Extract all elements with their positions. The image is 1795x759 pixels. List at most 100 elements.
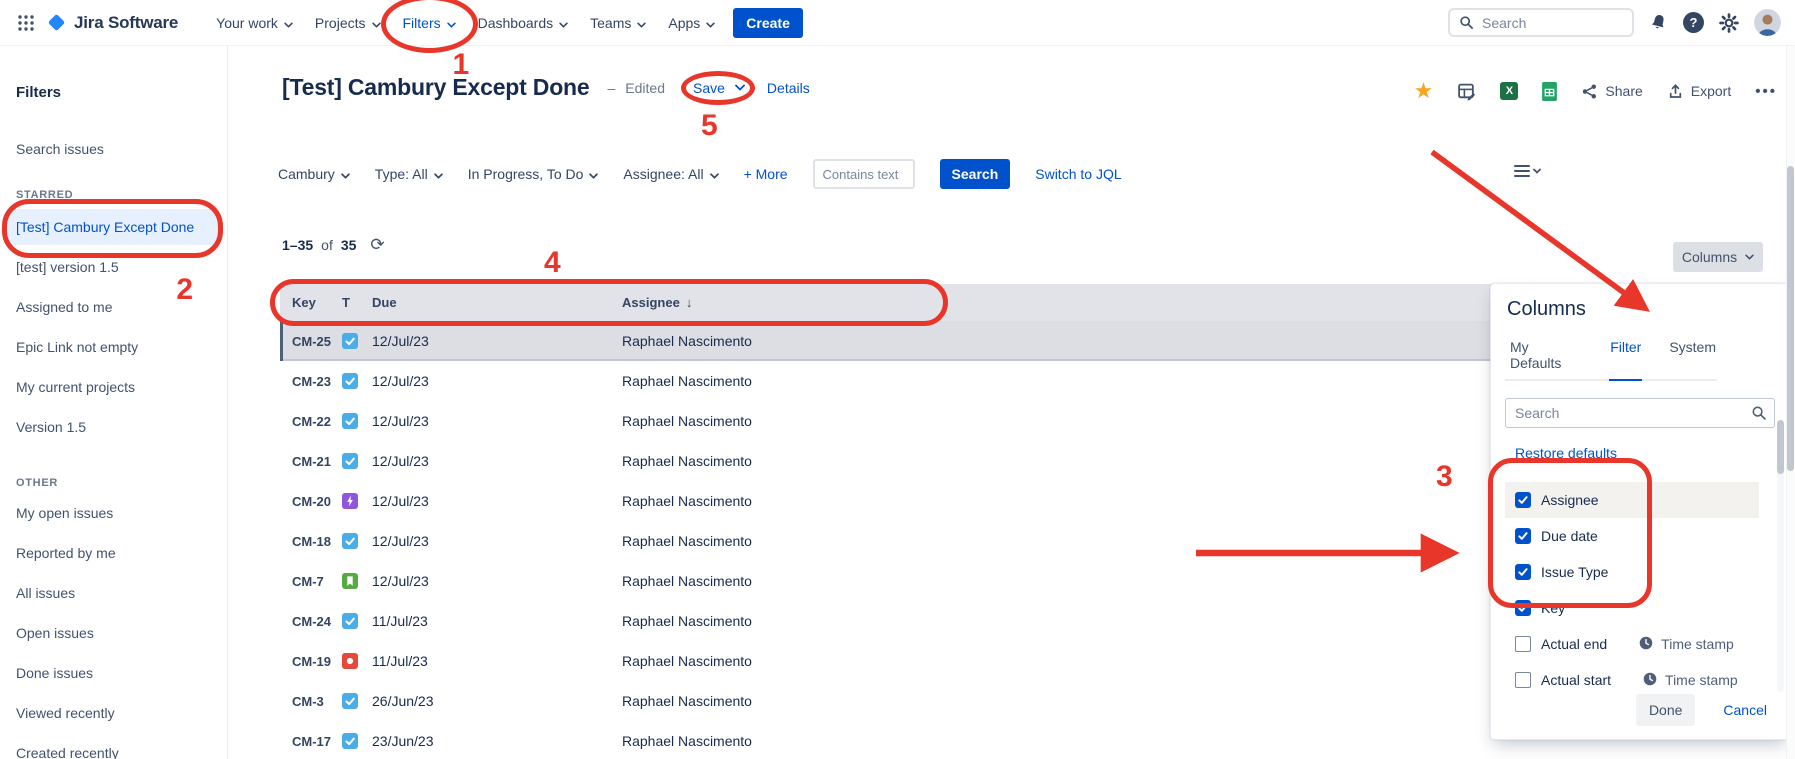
more-actions-icon[interactable]: ••• xyxy=(1755,83,1777,100)
export-button[interactable]: Export xyxy=(1667,83,1731,100)
columns-button[interactable]: Columns xyxy=(1673,242,1763,272)
done-button[interactable]: Done xyxy=(1636,694,1695,726)
settings-gear-icon[interactable] xyxy=(1719,13,1739,33)
column-option-key[interactable]: Key xyxy=(1505,590,1759,626)
export-icon xyxy=(1667,83,1684,100)
contains-text-input[interactable] xyxy=(813,159,915,189)
page-scrollbar-thumb[interactable] xyxy=(1787,166,1794,471)
filter-chip-cambury[interactable]: Cambury xyxy=(278,166,350,182)
column-option-due-date[interactable]: Due date xyxy=(1505,518,1759,554)
user-avatar[interactable] xyxy=(1754,9,1781,36)
sidebar-item-done-issues[interactable]: Done issues xyxy=(8,653,219,693)
page-header: [Test] Cambury Except Done – Edited Save… xyxy=(282,74,810,101)
columns-search-input[interactable] xyxy=(1505,398,1775,428)
google-sheets-icon[interactable] xyxy=(1542,82,1557,101)
page-scrollbar[interactable] xyxy=(1786,46,1795,759)
panel-scrollbar[interactable] xyxy=(1777,420,1784,692)
nav-item-filters[interactable]: Filters1 xyxy=(395,6,464,40)
jira-logo[interactable]: Jira Software xyxy=(46,12,178,33)
more-filters-button[interactable]: + More xyxy=(744,166,788,182)
filter-chip-in-progress-to-do[interactable]: In Progress, To Do xyxy=(468,166,599,182)
column-option-actual-end[interactable]: Actual endTime stamp xyxy=(1505,626,1759,662)
sidebar-item-all-issues[interactable]: All issues xyxy=(8,573,219,613)
chevron-down-icon xyxy=(559,22,568,28)
spreadsheet-edit-icon[interactable] xyxy=(1457,82,1476,101)
create-button[interactable]: Create xyxy=(733,8,803,38)
global-search[interactable] xyxy=(1448,8,1634,37)
sidebar-item-my-open-issues[interactable]: My open issues xyxy=(8,493,219,533)
issue-due-date: 12/Jul/23 xyxy=(372,533,622,549)
app-switcher-icon[interactable] xyxy=(14,11,38,35)
nav-item-teams[interactable]: Teams xyxy=(582,6,654,40)
save-chevron-down-icon[interactable] xyxy=(735,84,745,91)
filter-search-button[interactable]: Search xyxy=(940,159,1011,189)
sidebar-item-viewed-recently[interactable]: Viewed recently xyxy=(8,693,219,733)
chevron-down-icon xyxy=(710,173,719,179)
sort-descending-icon: ↓ xyxy=(686,295,693,310)
sidebar-item-my-current-projects[interactable]: My current projects xyxy=(8,367,219,407)
sidebar-item-test-version-1-5[interactable]: [test] version 1.5 xyxy=(8,247,219,287)
column-option-assignee[interactable]: Assignee xyxy=(1505,482,1759,518)
filter-chip-assignee-all[interactable]: Assignee: All xyxy=(623,166,718,182)
nav-item-projects[interactable]: Projects xyxy=(307,6,389,40)
sidebar-item-assigned-to-me[interactable]: Assigned to me xyxy=(8,287,219,327)
checkbox-unchecked[interactable] xyxy=(1515,672,1531,688)
checkbox-checked[interactable] xyxy=(1515,492,1531,508)
sidebar-item-open-issues[interactable]: Open issues xyxy=(8,613,219,653)
column-header-label: Key xyxy=(292,295,316,310)
nav-item-your-work[interactable]: Your work xyxy=(208,6,301,40)
sidebar-item-created-recently[interactable]: Created recently xyxy=(8,733,219,759)
column-header-due[interactable]: Due xyxy=(372,295,622,310)
check-icon xyxy=(1517,602,1529,614)
share-button[interactable]: Share xyxy=(1581,83,1642,100)
column-option-issue-type[interactable]: Issue Type xyxy=(1505,554,1759,590)
tab-system[interactable]: System xyxy=(1668,334,1717,379)
issue-type-cell xyxy=(342,693,372,709)
tab-my-defaults[interactable]: My Defaults xyxy=(1509,334,1583,379)
issue-type-task-icon xyxy=(342,413,358,429)
issue-type-cell xyxy=(342,653,372,669)
star-icon[interactable]: ★ xyxy=(1414,80,1434,102)
panel-scrollbar-thumb[interactable] xyxy=(1777,420,1784,474)
refresh-icon[interactable]: ⟳ xyxy=(370,236,384,253)
sidebar-section-starred: STARRED xyxy=(0,185,227,205)
sidebar-item-search-issues[interactable]: Search issues xyxy=(8,129,219,169)
filter-chip-type-all[interactable]: Type: All xyxy=(375,166,443,182)
nav-item-dashboards[interactable]: Dashboards xyxy=(470,6,577,40)
global-search-input[interactable] xyxy=(1482,15,1612,31)
excel-icon[interactable]: X xyxy=(1500,82,1518,100)
column-option-label: Due date xyxy=(1541,528,1598,544)
issue-due-date: 12/Jul/23 xyxy=(372,453,622,469)
sidebar-item-label: Open issues xyxy=(16,625,94,641)
column-header-t[interactable]: T xyxy=(342,295,372,310)
switch-to-jql-link[interactable]: Switch to JQL xyxy=(1035,166,1121,182)
notifications-bell-icon[interactable] xyxy=(1649,13,1668,32)
view-options-icon[interactable] xyxy=(1513,163,1541,184)
chevron-down-icon xyxy=(447,22,456,28)
details-link[interactable]: Details xyxy=(767,80,810,96)
filter-chip-label: Cambury xyxy=(278,166,335,182)
nav-item-apps[interactable]: Apps xyxy=(660,6,723,40)
sidebar-item-test-cambury-except-done[interactable]: [Test] Cambury Except Done2 xyxy=(8,209,219,245)
column-option-label: Actual start xyxy=(1541,672,1611,688)
checkbox-checked[interactable] xyxy=(1515,564,1531,580)
sidebar-item-reported-by-me[interactable]: Reported by me xyxy=(8,533,219,573)
tab-filter[interactable]: Filter xyxy=(1609,334,1642,379)
sidebar-item-epic-link-not-empty[interactable]: Epic Link not empty xyxy=(8,327,219,367)
restore-defaults-link[interactable]: Restore defaults xyxy=(1515,445,1617,461)
save-button[interactable]: Save xyxy=(693,80,725,96)
cancel-button[interactable]: Cancel xyxy=(1723,702,1767,718)
chevron-down-icon xyxy=(372,22,381,28)
checkbox-unchecked[interactable] xyxy=(1515,636,1531,652)
checkbox-checked[interactable] xyxy=(1515,600,1531,616)
checkbox-checked[interactable] xyxy=(1515,528,1531,544)
sidebar-item-label: My open issues xyxy=(16,505,113,521)
top-nav: Jira Software Your workProjectsFilters1D… xyxy=(0,0,1795,46)
help-icon[interactable]: ? xyxy=(1683,12,1704,33)
column-header-key[interactable]: Key xyxy=(280,295,342,310)
sidebar-item-version-1-5[interactable]: Version 1.5 xyxy=(8,407,219,447)
sidebar-item-label: [Test] Cambury Except Done xyxy=(16,219,194,235)
chevron-down-icon xyxy=(341,173,350,179)
column-option-actual-start[interactable]: Actual startTime stamp xyxy=(1505,662,1759,698)
chevron-down-icon xyxy=(284,22,293,28)
